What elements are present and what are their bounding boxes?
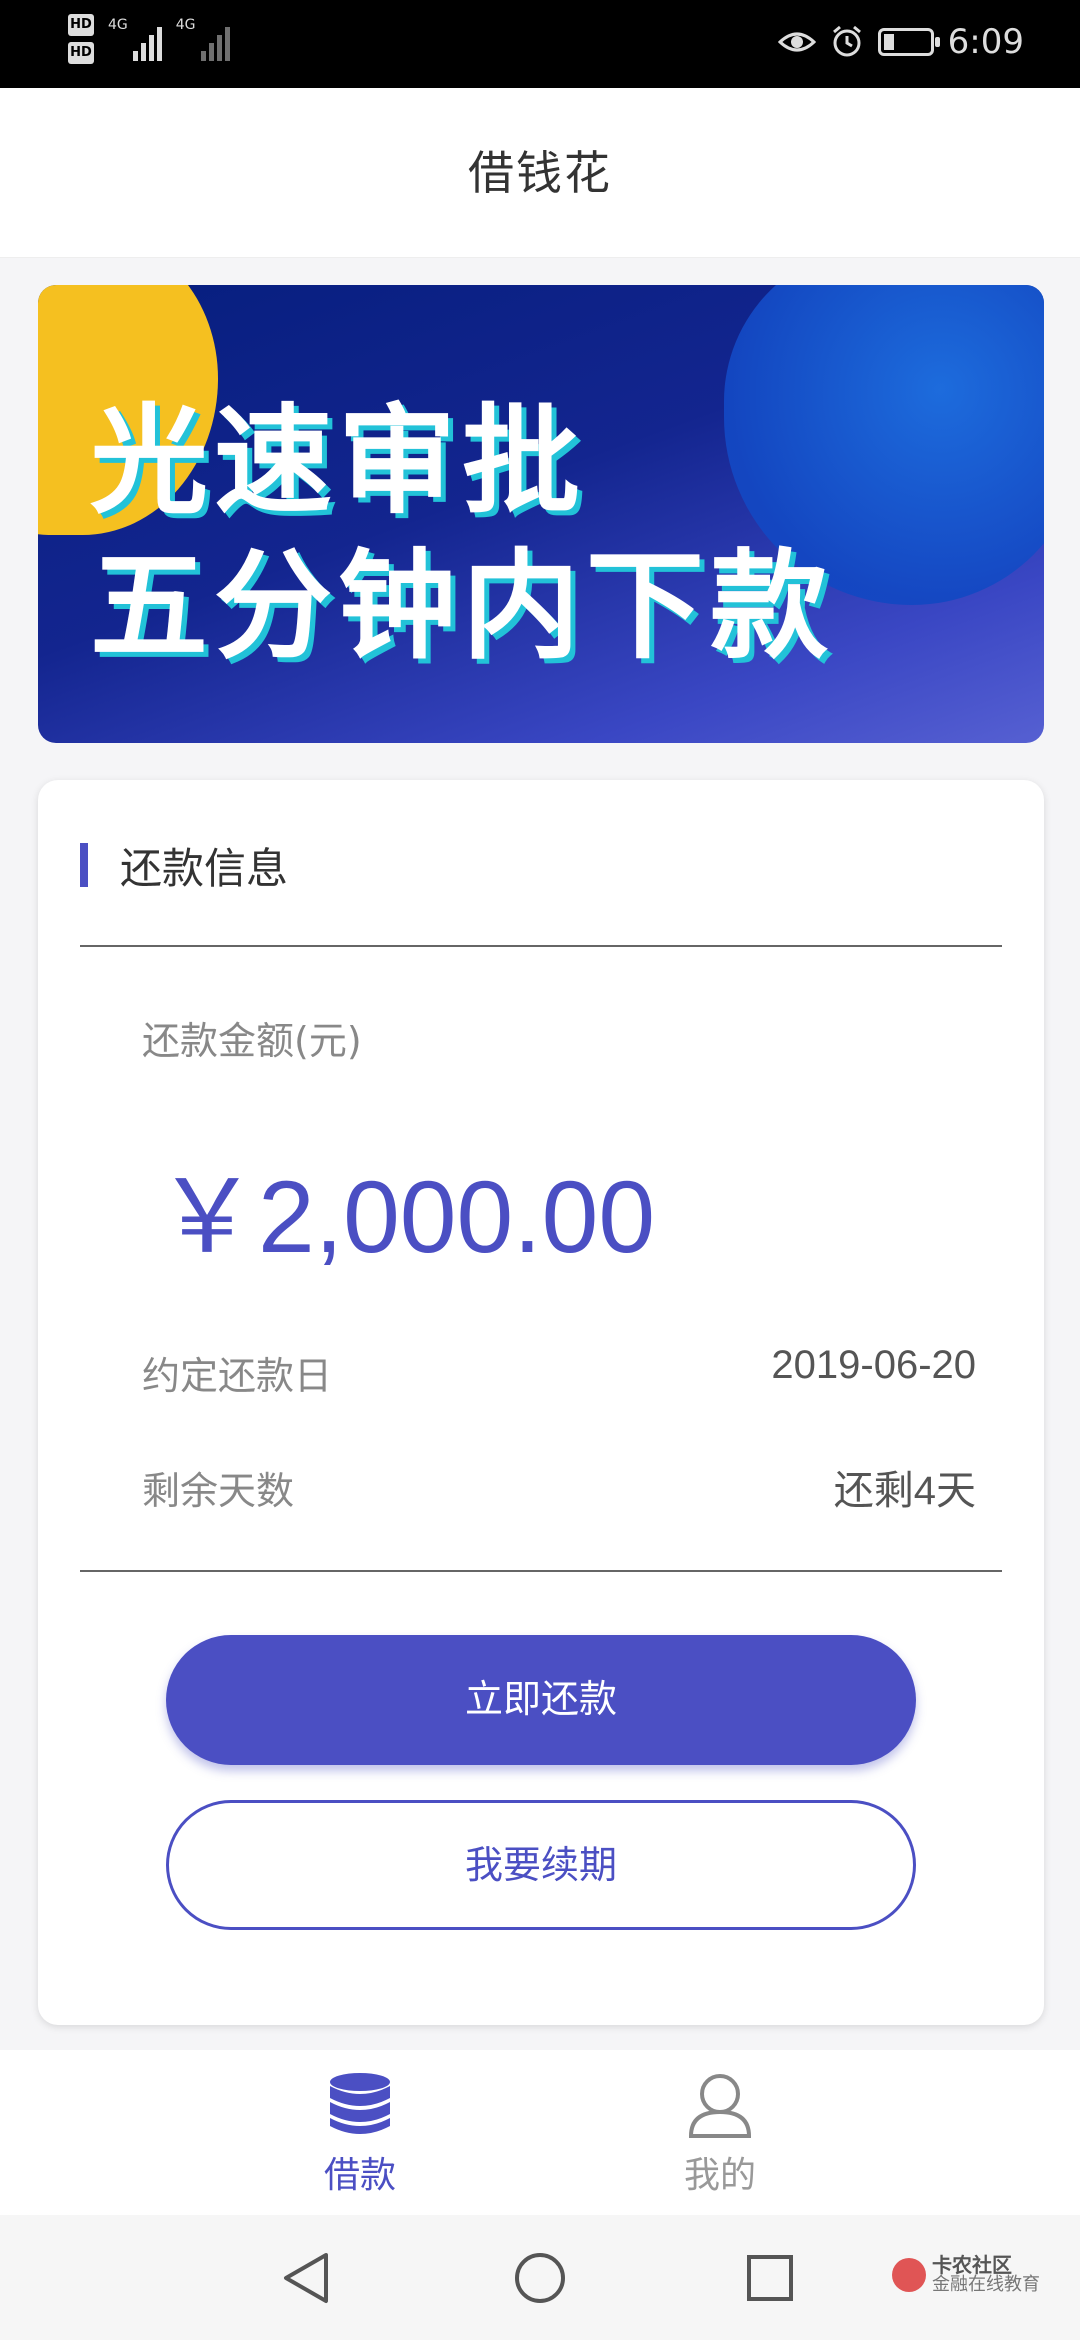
status-bar-right: 6:09 bbox=[777, 22, 1024, 62]
divider-bottom bbox=[80, 1570, 1002, 1572]
eye-icon bbox=[777, 32, 816, 52]
tab-mine[interactable]: 我的 bbox=[620, 2072, 820, 2198]
renew-button[interactable]: 我要续期 bbox=[166, 1800, 916, 1930]
divider-top bbox=[80, 945, 1002, 947]
signal2-icon: 4G bbox=[176, 17, 230, 61]
app-header: 借钱花 bbox=[0, 88, 1080, 258]
hd1-badge: HD bbox=[68, 14, 94, 36]
watermark-text: 卡农社区 金融在线教育 bbox=[932, 2255, 1040, 2295]
tab-loan[interactable]: 借款 bbox=[260, 2072, 460, 2198]
alarm-icon bbox=[832, 25, 861, 57]
promo-banner[interactable]: 光速审批 五分钟内下款 bbox=[38, 285, 1044, 743]
amount-label: 还款金额(元) bbox=[142, 1019, 362, 1063]
signal1-icon: 4G bbox=[108, 17, 162, 61]
status-bar-left: HD HD 4G 4G bbox=[68, 14, 230, 64]
watermark-logo-icon bbox=[892, 2258, 926, 2292]
days-left-label: 剩余天数 bbox=[142, 1469, 295, 1513]
clock: 6:09 bbox=[947, 22, 1024, 62]
banner-subheadline: 五分钟内下款 bbox=[90, 537, 835, 675]
repay-now-button[interactable]: 立即还款 bbox=[166, 1635, 916, 1765]
user-icon bbox=[688, 2074, 752, 2138]
watermark-subtitle: 金融在线教育 bbox=[932, 2274, 1040, 2295]
home-icon[interactable] bbox=[505, 2243, 575, 2313]
recents-icon[interactable] bbox=[735, 2243, 805, 2313]
watermark-title: 卡农社区 bbox=[932, 2253, 1012, 2277]
repayment-card: 还款信息 还款金额(元) ￥2,000.00 约定还款日 2019-06-20 … bbox=[38, 780, 1044, 2025]
repayment-amount: ￥2,000.00 bbox=[156, 1160, 656, 1274]
due-date-label: 约定还款日 bbox=[142, 1354, 333, 1398]
signal1-label: 4G bbox=[108, 17, 128, 33]
due-date-value: 2019-06-20 bbox=[771, 1343, 976, 1387]
page-title: 借钱花 bbox=[468, 146, 612, 200]
tab-loan-label: 借款 bbox=[323, 2155, 396, 2196]
system-nav-bar: 卡农社区 金融在线教育 bbox=[0, 2215, 1080, 2340]
hd-indicators: HD HD bbox=[68, 14, 94, 64]
tab-bar: 借款 我的 bbox=[0, 2050, 1080, 2215]
section-header: 还款信息 bbox=[80, 840, 288, 893]
status-bar: HD HD 4G 4G 6:09 bbox=[0, 0, 1080, 88]
watermark: 卡农社区 金融在线教育 bbox=[892, 2255, 1040, 2295]
section-accent-bar bbox=[80, 843, 88, 887]
days-left-value: 还剩4天 bbox=[833, 1469, 976, 1513]
battery-icon bbox=[877, 28, 940, 56]
section-title: 还款信息 bbox=[120, 843, 289, 893]
tab-mine-label: 我的 bbox=[683, 2155, 756, 2196]
signal2-label: 4G bbox=[175, 17, 196, 33]
database-icon bbox=[330, 2073, 390, 2134]
back-icon[interactable] bbox=[272, 2243, 342, 2313]
hd2-badge: HD bbox=[68, 42, 94, 64]
